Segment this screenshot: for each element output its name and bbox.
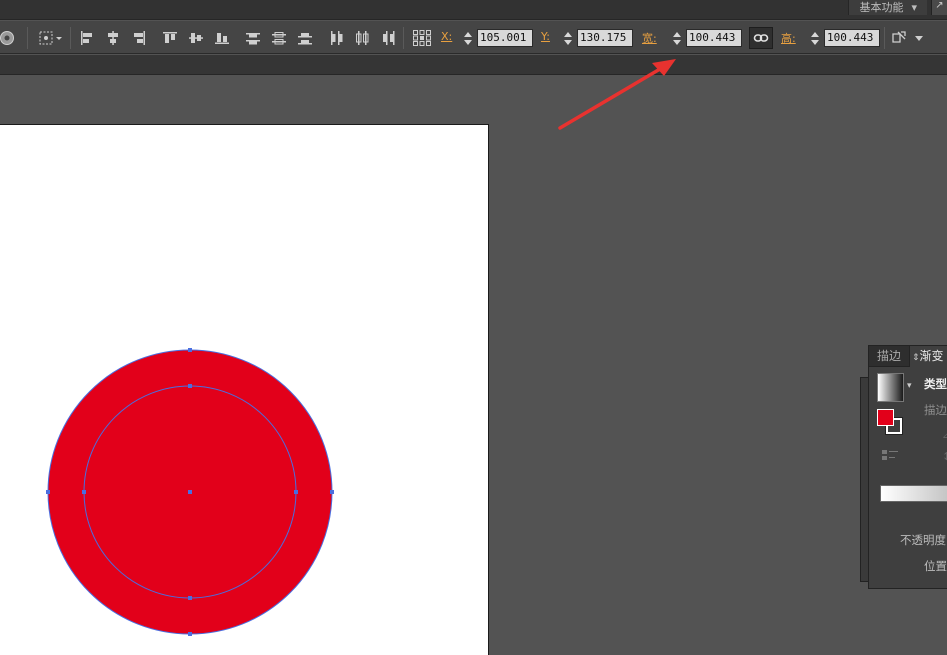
fill-swatch xyxy=(877,409,894,426)
anchor-point[interactable] xyxy=(294,490,298,494)
anchor-point[interactable] xyxy=(46,490,50,494)
swatch-dropdown-icon[interactable]: ▾ xyxy=(907,381,912,391)
location-label: 位置 xyxy=(924,559,947,573)
tab-gradient-label: 渐变 xyxy=(919,349,944,363)
canvas-overlay xyxy=(46,59,676,636)
tab-menu-chevron-icon: ⇕ xyxy=(912,353,920,363)
opacity-label: 不透明度 xyxy=(900,533,946,547)
aspect-ratio-icon: ↕ xyxy=(942,450,947,463)
stroke-label: 描边 xyxy=(924,403,947,417)
anchor-point[interactable] xyxy=(188,596,192,600)
anchor-point[interactable] xyxy=(82,490,86,494)
annotation-arrow xyxy=(558,59,676,130)
anchor-point[interactable] xyxy=(188,490,192,494)
tab-stroke[interactable]: 描边 xyxy=(871,346,907,367)
panel-tabs: 描边 ⇕渐变 xyxy=(869,346,947,367)
angle-icon: ⊿ xyxy=(942,430,947,441)
anchor-point[interactable] xyxy=(188,348,192,352)
gradient-panel: 描边 ⇕渐变 ▾ 类型 描边 ⊿ ↕ 不透明度 位置 xyxy=(868,345,947,589)
tab-gradient[interactable]: ⇕渐变 xyxy=(909,346,947,367)
fill-stroke-indicator[interactable] xyxy=(877,409,907,439)
gradient-slider[interactable] xyxy=(880,485,947,502)
anchor-point[interactable] xyxy=(330,490,334,494)
align-stroke-icon xyxy=(881,447,901,467)
anchor-point[interactable] xyxy=(188,384,192,388)
gradient-swatch[interactable] xyxy=(877,373,904,402)
type-label: 类型 xyxy=(924,377,947,391)
anchor-point[interactable] xyxy=(188,632,192,636)
